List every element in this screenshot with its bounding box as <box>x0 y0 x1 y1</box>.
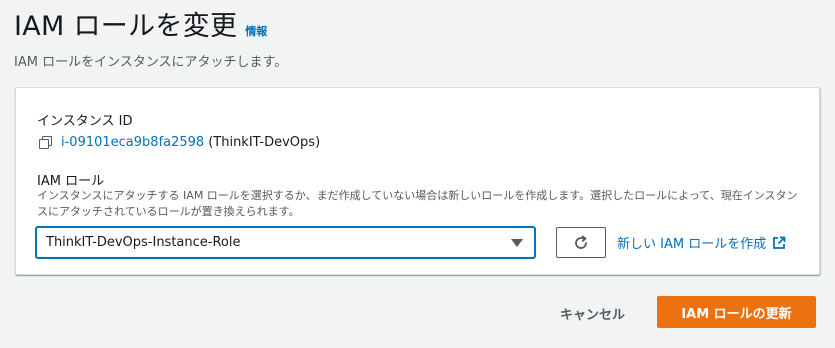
iam-role-label: IAM ロール <box>37 174 105 189</box>
modify-iam-role-page: IAM ロールを変更 情報 IAM ロールをインスタンスにアタッチします。 イン… <box>0 0 835 348</box>
title-row: IAM ロールを変更 情報 <box>14 4 287 43</box>
instance-name: (ThinkIT-DevOps) <box>208 135 321 150</box>
external-link-icon <box>773 236 786 249</box>
iam-role-description: インスタンスにアタッチする IAM ロールを選択するか、まだ作成していない場合は… <box>37 189 798 218</box>
refresh-button[interactable] <box>556 227 606 258</box>
copy-icon[interactable] <box>39 135 53 150</box>
refresh-icon <box>575 235 587 249</box>
page-title: IAM ロールを変更 <box>14 11 238 42</box>
info-link[interactable]: 情報 <box>245 23 267 39</box>
instance-id-link[interactable]: i-09101eca9b8fa2598 <box>61 135 204 150</box>
create-iam-role-label: 新しい IAM ロールを作成 <box>617 237 767 252</box>
page-subtitle: IAM ロールをインスタンスにアタッチします。 <box>14 55 288 70</box>
iam-role-select[interactable]: ThinkIT-DevOps-Instance-Role <box>36 227 535 258</box>
caret-down-icon <box>511 239 523 247</box>
instance-id-row: i-09101eca9b8fa2598 (ThinkIT-DevOps) <box>39 135 320 150</box>
settings-panel: インスタンス ID i-09101eca9b8fa2598 (ThinkIT-D… <box>15 87 820 275</box>
create-iam-role-link[interactable]: 新しい IAM ロールを作成 <box>617 233 786 252</box>
cancel-button[interactable]: キャンセル <box>545 298 640 328</box>
iam-role-selected-value: ThinkIT-DevOps-Instance-Role <box>46 235 241 250</box>
update-iam-role-button[interactable]: IAM ロールの更新 <box>657 296 816 328</box>
page-header: IAM ロールを変更 情報 IAM ロールをインスタンスにアタッチします。 <box>14 4 287 70</box>
instance-id-label: インスタンス ID <box>37 114 133 129</box>
